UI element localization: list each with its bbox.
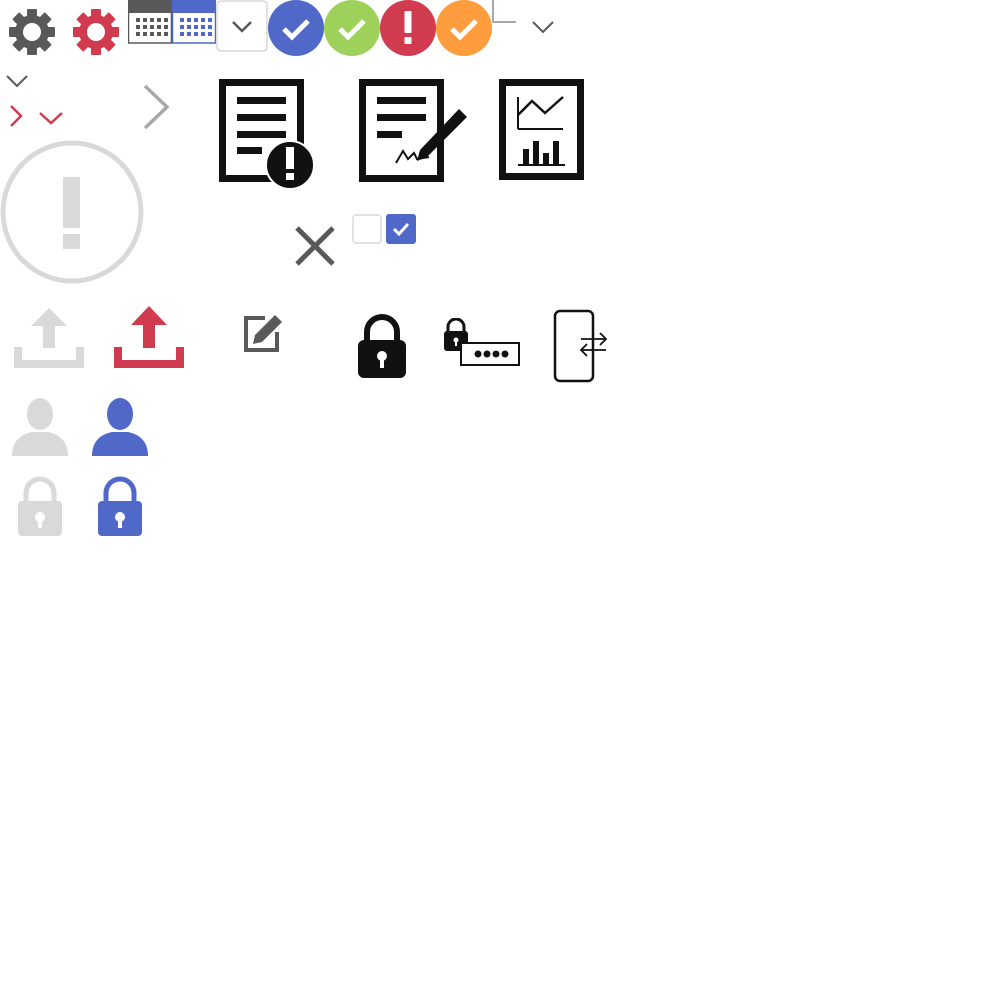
- document-alert-icon: [219, 79, 315, 191]
- status-check-orange-icon: [436, 0, 492, 56]
- chevron-right-large-icon[interactable]: [140, 84, 172, 130]
- edit-icon[interactable]: [243, 314, 283, 354]
- status-check-green-icon: [324, 0, 380, 56]
- lock-small-active-icon: [97, 475, 143, 537]
- upload-active-icon[interactable]: [114, 306, 184, 368]
- lock-icon: [356, 312, 408, 378]
- chevron-down-red-icon[interactable]: [38, 110, 64, 126]
- alert-circle-icon: [0, 140, 144, 284]
- chevron-right-red-icon[interactable]: [8, 104, 24, 128]
- gear-icon[interactable]: [7, 7, 57, 57]
- phone-transfer-icon: [553, 309, 609, 383]
- corner-bracket-icon: [492, 0, 516, 24]
- user-active-icon: [92, 396, 148, 456]
- user-icon: [12, 396, 68, 456]
- chevron-down-small-icon[interactable]: [5, 73, 29, 89]
- calendar-icon[interactable]: [128, 0, 172, 44]
- gear-active-icon[interactable]: [71, 7, 121, 57]
- password-lock-icon: [443, 318, 521, 368]
- status-alert-red-icon: [380, 0, 436, 56]
- calendar-active-icon[interactable]: [172, 0, 216, 44]
- upload-icon[interactable]: [14, 306, 84, 368]
- close-icon[interactable]: [293, 224, 337, 268]
- status-check-blue-icon: [268, 0, 324, 56]
- checkbox-checked[interactable]: [386, 214, 416, 244]
- lock-small-icon: [17, 475, 63, 537]
- dropdown-chevron-button[interactable]: [216, 0, 268, 52]
- document-report-icon: [499, 79, 585, 181]
- chevron-down-icon[interactable]: [531, 19, 555, 35]
- document-sign-icon: [359, 79, 471, 183]
- checkbox-unchecked[interactable]: [352, 214, 382, 244]
